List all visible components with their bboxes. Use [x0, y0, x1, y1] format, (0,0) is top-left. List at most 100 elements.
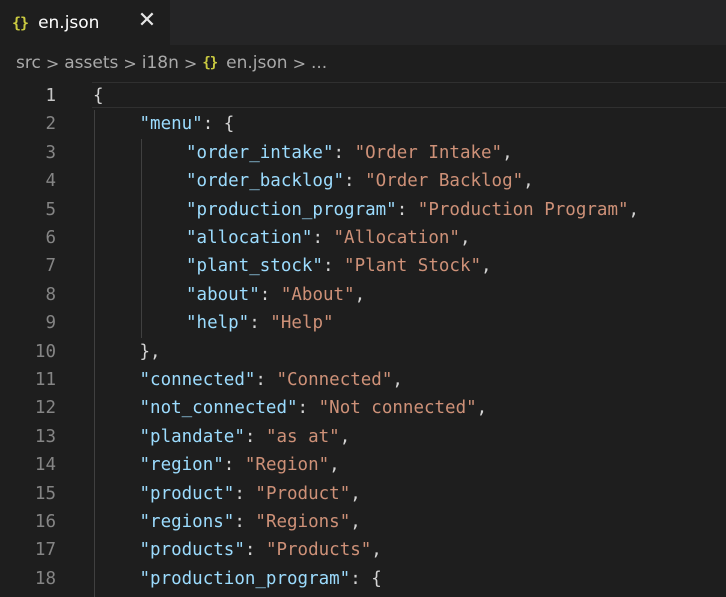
chevron-right-icon: > — [183, 53, 198, 73]
line-number: 7 — [45, 256, 56, 277]
json-punctuation: , — [476, 398, 488, 419]
code-text[interactable]: { — [93, 82, 104, 110]
code-text[interactable]: "help": "Help" — [186, 309, 334, 337]
json-string: "Help" — [270, 313, 334, 334]
code-text[interactable]: "region": "Region", — [140, 451, 340, 479]
json-punctuation: : — [259, 284, 281, 305]
code-text[interactable]: "plant_stock": "Plant Stock", — [186, 252, 492, 280]
line-number: 5 — [45, 199, 56, 220]
chevron-right-icon: > — [123, 53, 137, 73]
json-string: "Order Intake" — [354, 142, 503, 163]
code-text[interactable]: "menu": { — [140, 110, 235, 138]
json-string: "Connected" — [276, 370, 393, 390]
code-editor[interactable]: 1{2 "menu": {3 "order_intake": "Order Inta… — [0, 81, 726, 597]
indent-guide — [140, 138, 142, 338]
json-string: "Order Backlog" — [365, 171, 524, 192]
code-line: 16 "regions": "Regions", — [0, 508, 726, 536]
json-braces-icon: {} — [202, 55, 218, 71]
json-punctuation: : { — [202, 114, 235, 135]
line-number: 14 — [34, 455, 56, 476]
json-punctuation: : — [249, 313, 271, 334]
json-string: "Region" — [244, 455, 330, 476]
json-key: "about" — [186, 284, 260, 305]
json-punctuation: : — [344, 171, 366, 192]
code-line: 7 "plant_stock": "Plant Stock", — [0, 252, 726, 280]
code-text[interactable]: "regions": "Regions", — [140, 508, 361, 536]
code-text[interactable]: "product": "Product", — [140, 480, 361, 508]
breadcrumb-item-assets[interactable]: assets — [64, 53, 118, 73]
breadcrumb-item-i18n[interactable]: i18n — [142, 53, 179, 73]
json-key: "not_connected" — [139, 398, 298, 419]
code-line: 3 "order_intake": "Order Intake", — [0, 139, 726, 167]
code-line: 6 "allocation": "Allocation", — [0, 224, 726, 252]
line-number: 8 — [45, 284, 56, 305]
breadcrumb-symbols[interactable]: ... — [311, 53, 327, 73]
line-number: 10 — [34, 341, 56, 362]
code-text[interactable]: "production_program": "Production Progra… — [186, 196, 639, 224]
line-number: 13 — [34, 426, 56, 447]
chevron-right-icon: > — [45, 53, 60, 73]
close-icon[interactable]: ✕ — [136, 9, 158, 33]
json-punctuation: , — [459, 228, 471, 248]
json-punctuation: , — [481, 256, 492, 277]
json-punctuation: : — [234, 512, 256, 532]
json-punctuation: , — [628, 199, 640, 220]
code-line: 9 "help": "Help" — [0, 309, 726, 337]
code-text[interactable]: "order_backlog": "Order Backlog", — [186, 167, 534, 195]
json-key: "product" — [139, 483, 235, 504]
code-line: 4 "order_backlog": "Order Backlog", — [0, 167, 726, 195]
code-text[interactable]: "connected": "Connected", — [140, 366, 403, 394]
line-number: 17 — [34, 540, 56, 561]
json-punctuation: , — [339, 426, 351, 447]
breadcrumb-item-src[interactable]: src — [16, 53, 41, 73]
json-punctuation: }, — [139, 341, 161, 362]
line-number: 18 — [34, 568, 56, 589]
code-text[interactable]: "allocation": "Allocation", — [186, 224, 471, 252]
json-punctuation: : — [322, 256, 345, 277]
json-punctuation: : — [234, 483, 256, 504]
code-line: 2 "menu": { — [0, 110, 726, 138]
breadcrumb: src > assets > i18n > {} en.json > ... — [0, 45, 726, 81]
json-key: "order_intake" — [186, 142, 334, 163]
json-punctuation: : — [255, 370, 277, 390]
json-string: "as at" — [265, 426, 340, 447]
json-punctuation: : — [244, 426, 266, 447]
code-line: 15 "product": "Product", — [0, 480, 726, 508]
json-key: "regions" — [139, 512, 235, 532]
code-line: 18 "production_program": { — [0, 565, 726, 593]
json-punctuation: , — [354, 284, 366, 305]
json-key: "allocation" — [186, 228, 313, 248]
json-punctuation: : — [223, 455, 245, 476]
code-line: 17 "products": "Products", — [0, 536, 726, 564]
json-punctuation: { — [93, 86, 104, 106]
code-text[interactable]: "plandate": "as at", — [140, 423, 351, 451]
code-text[interactable]: "not_connected": "Not connected", — [140, 394, 488, 422]
json-key: "region" — [139, 455, 224, 476]
code-text[interactable]: "about": "About", — [186, 281, 365, 309]
code-line: 14 "region": "Region", — [0, 451, 726, 479]
tab-en-json[interactable]: {} en.json ✕ — [0, 0, 170, 45]
code-line: 5 "production_program": "Production Progr… — [0, 196, 726, 224]
line-number: 15 — [34, 483, 56, 504]
breadcrumb-item-file[interactable]: en.json — [226, 53, 287, 73]
json-key: "connected" — [139, 370, 256, 390]
code-text[interactable]: "order_intake": "Order Intake", — [186, 139, 513, 167]
line-number: 12 — [34, 398, 56, 419]
json-string: "Not connected" — [318, 398, 477, 419]
json-punctuation: , — [392, 370, 403, 390]
code-text[interactable]: }, — [140, 338, 161, 366]
code-text[interactable]: "production_program": { — [140, 565, 382, 593]
json-key: "help" — [186, 313, 250, 334]
line-number: 3 — [45, 142, 56, 163]
tab-bar: {} en.json ✕ — [0, 0, 726, 45]
code-text[interactable]: "products": "Products", — [140, 536, 382, 564]
json-string: "Production Program" — [417, 199, 629, 220]
json-punctuation: , — [523, 171, 534, 192]
json-punctuation: : — [333, 142, 355, 163]
chevron-right-icon: > — [292, 53, 306, 73]
line-number: 2 — [45, 114, 56, 135]
json-key: "plandate" — [139, 426, 245, 447]
json-punctuation: : — [312, 228, 334, 248]
json-punctuation: , — [371, 540, 382, 561]
json-punctuation: , — [329, 455, 340, 476]
